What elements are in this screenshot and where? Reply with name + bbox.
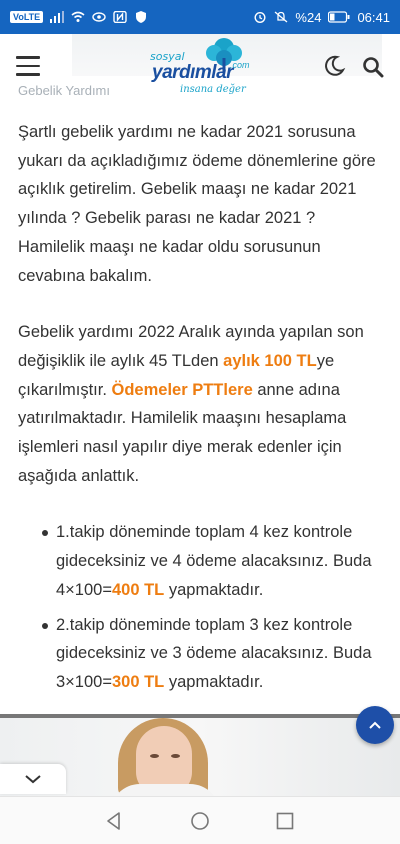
list-item: 2.takip döneminde toplam 3 kez kontrole … [40, 611, 386, 697]
highlight-ptt-link[interactable]: Ödemeler PTTlere [112, 381, 253, 399]
site-logo[interactable]: sosyal yardımlar .com insana değer [150, 34, 250, 100]
logo-tagline: insana değer [180, 84, 246, 95]
menu-button[interactable] [16, 56, 40, 76]
moon-icon [325, 55, 346, 76]
volte-badge: VoLTE [10, 11, 44, 23]
status-bar-right: %24 06:41 [253, 10, 390, 25]
mute-icon [275, 11, 288, 23]
wifi-icon [71, 11, 85, 22]
back-button[interactable] [104, 811, 124, 831]
battery-percent: %24 [295, 9, 322, 25]
clock: 06:41 [357, 9, 390, 25]
search-icon [363, 57, 384, 78]
site-header: Gebelik Yardımı sosyal yardımlar .com in… [0, 34, 400, 102]
back-icon [107, 812, 120, 830]
highlight-monthly-amount: aylık 100 TL [223, 351, 317, 370]
recent-apps-icon [276, 812, 294, 830]
system-nav-bar [0, 796, 400, 844]
home-icon [191, 812, 209, 830]
chevron-up-icon [369, 721, 381, 729]
menu-icon [16, 56, 40, 59]
search-button[interactable] [362, 56, 384, 78]
scroll-to-top-button[interactable] [356, 706, 394, 744]
logo-main-word: yardımlar [152, 62, 234, 83]
article-body: Şartlı gebelik yardımı ne kadar 2021 sor… [18, 118, 386, 697]
highlight-amount: 300 TL [111, 672, 165, 691]
dark-mode-button[interactable] [322, 54, 346, 78]
status-bar: VoLTE %24 06:41 [0, 0, 400, 34]
home-button[interactable] [190, 811, 210, 831]
shield-icon [136, 11, 147, 23]
list-item: 1.takip döneminde toplam 4 kez kontrole … [40, 518, 386, 604]
status-bar-left: VoLTE [10, 11, 148, 23]
logo-domain: .com [230, 60, 250, 70]
collapse-ad-button[interactable] [0, 764, 66, 794]
chevron-down-icon [25, 775, 41, 784]
alarm-icon [254, 12, 266, 23]
paragraph-1: Şartlı gebelik yardımı ne kadar 2021 sor… [18, 123, 376, 285]
signal-icon [50, 11, 65, 23]
highlight-amount: 400 TL [111, 580, 165, 599]
payment-list: 1.takip döneminde toplam 4 kez kontrole … [18, 518, 386, 696]
nfc-icon [113, 11, 127, 23]
paragraph-2: Gebelik yardımı 2022 Aralık ayında yapıl… [18, 323, 364, 485]
battery-icon [328, 11, 350, 23]
recent-apps-button[interactable] [276, 812, 294, 830]
faded-breadcrumb: Gebelik Yardımı [18, 83, 111, 98]
eye-icon [92, 12, 106, 22]
